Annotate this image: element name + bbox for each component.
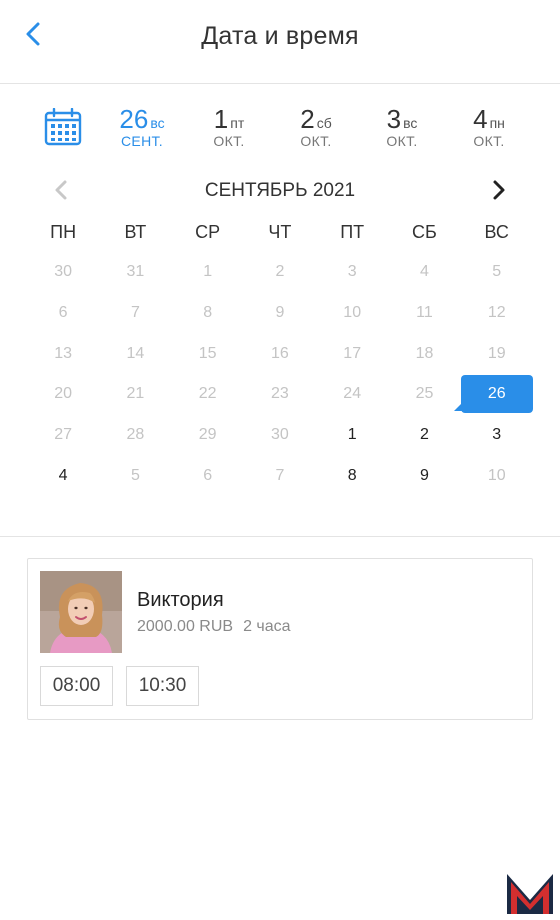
weekday-label: ВС xyxy=(484,221,509,242)
calendar-day: 27 xyxy=(54,426,73,444)
date-chip-day: 4 xyxy=(473,104,488,134)
calendar-day: 31 xyxy=(126,263,145,281)
service-meta: 2000.00 RUB 2 часа xyxy=(137,618,291,636)
calendar-day: 20 xyxy=(54,385,73,403)
specialist-card: Виктория 2000.00 RUB 2 часа 08:00 10:30 xyxy=(27,558,533,720)
calendar-icon[interactable] xyxy=(44,108,82,146)
calendar-day: 30 xyxy=(271,426,289,444)
date-chip-day: 1 xyxy=(213,104,229,134)
date-chip-weekday: пн xyxy=(489,115,505,131)
calendar-day[interactable]: 1 xyxy=(316,416,388,454)
time-slot-button[interactable]: 08:00 xyxy=(40,666,113,706)
calendar-day: 18 xyxy=(415,344,434,362)
calendar-day: 10 xyxy=(487,466,506,484)
calendar-day[interactable]: 8 xyxy=(316,457,388,495)
date-chip-day: 26 xyxy=(119,104,149,134)
date-chip-5[interactable]: 4 пн ОКТ. xyxy=(447,104,531,149)
date-chip-month: ОКТ. xyxy=(473,133,505,149)
weekday-label: ПТ xyxy=(340,221,365,242)
calendar-day: 6 xyxy=(203,466,213,484)
calendar-day: 29 xyxy=(198,426,217,444)
date-chip-3[interactable]: 2 сб ОКТ. xyxy=(274,104,358,149)
service-duration: 2 часа xyxy=(243,618,291,635)
calendar-day: 4 xyxy=(420,263,429,281)
next-month-chevron-icon[interactable] xyxy=(486,178,510,202)
calendar-day: 10 xyxy=(343,304,362,322)
calendar-day[interactable]: 3 xyxy=(461,416,533,454)
calendar-week-row: 6 7 8 9 10 11 12 xyxy=(27,293,533,334)
date-chip-day: 2 xyxy=(300,104,315,134)
weekday-label: ЧТ xyxy=(268,221,292,242)
calendar-day: 11 xyxy=(416,304,433,322)
calendar-week-row: 13 14 15 16 17 18 19 xyxy=(27,333,533,374)
brand-logo-icon xyxy=(507,874,553,914)
calendar-day[interactable]: 4 xyxy=(27,457,99,495)
calendar-day: 30 xyxy=(54,263,73,281)
date-chip-4[interactable]: 3 вс ОКТ. xyxy=(360,104,444,149)
page-title: Дата и время xyxy=(201,22,359,50)
weekday-label: СР xyxy=(195,221,221,242)
calendar-day-selected[interactable]: 26 xyxy=(460,375,533,414)
calendar-day: 6 xyxy=(58,304,68,322)
weekday-label: СБ xyxy=(412,221,437,242)
weekday-label: ВТ xyxy=(124,221,147,242)
calendar-day: 19 xyxy=(487,344,506,362)
calendar-day: 5 xyxy=(492,263,502,281)
avatar xyxy=(40,571,122,653)
calendar-day[interactable]: 9 xyxy=(388,457,460,495)
calendar-day: 21 xyxy=(126,385,145,403)
month-nav: СЕНТЯБРЬ 2021 xyxy=(0,174,560,208)
calendar-day: 9 xyxy=(275,304,285,322)
calendar-day: 8 xyxy=(203,304,213,322)
date-chip-month: ОКТ. xyxy=(213,133,245,149)
date-chip-1[interactable]: 26 вс СЕНТ. xyxy=(100,104,184,149)
date-strip: 26 вс СЕНТ. 1 пт ОКТ. 2 сб ОКТ. 3 вс ОКТ. 4п… xyxy=(0,96,560,162)
calendar-day: 12 xyxy=(487,304,506,322)
calendar-day: 3 xyxy=(347,263,357,281)
date-chip-weekday: вс xyxy=(403,115,418,131)
calendar-week-row: 4 5 6 7 8 9 10 xyxy=(27,455,533,496)
date-chip-weekday: пт xyxy=(230,115,245,131)
calendar-day: 16 xyxy=(271,344,289,362)
calendar-day: 1 xyxy=(203,263,213,281)
calendar-day: 7 xyxy=(130,304,140,322)
calendar-day: 17 xyxy=(343,344,362,362)
calendar-day: 24 xyxy=(343,385,362,403)
date-chip-weekday: сб xyxy=(316,115,332,131)
section-divider xyxy=(0,536,560,537)
date-chip-month: ОКТ. xyxy=(386,133,418,149)
calendar-week-row: 30 31 1 2 3 4 5 xyxy=(27,252,533,293)
calendar-week-row: 20 21 22 23 24 25 26 xyxy=(27,374,533,415)
date-chip-month: СЕНТ. xyxy=(121,133,163,149)
calendar-week-row: 27 28 29 30 1 2 3 xyxy=(27,415,533,456)
calendar-day: 22 xyxy=(198,385,217,403)
date-chip-month: ОКТ. xyxy=(300,133,332,149)
calendar-day: 7 xyxy=(275,466,285,484)
calendar-day[interactable]: 2 xyxy=(388,416,460,454)
specialist-name: Виктория xyxy=(137,589,224,611)
header: Дата и время xyxy=(0,0,560,84)
calendar-day: 13 xyxy=(54,344,73,362)
time-slot-button[interactable]: 10:30 xyxy=(126,666,199,706)
calendar-grid: ПН ВТ СР ЧТ ПТ СБ ВС 30 31 1 2 3 4 5 6 7 8 9 10 11 12… xyxy=(27,212,533,496)
calendar-day: 15 xyxy=(198,344,217,362)
calendar-day: 28 xyxy=(126,426,145,444)
calendar-day: 14 xyxy=(126,344,145,362)
month-title: СЕНТЯБРЬ 2021 xyxy=(204,180,356,201)
weekday-label: ПН xyxy=(50,221,77,242)
calendar-day: 2 xyxy=(275,263,285,281)
date-chip-day: 3 xyxy=(386,104,402,134)
calendar-day: 25 xyxy=(388,375,463,413)
calendar-weeks: 30 31 1 2 3 4 5 6 7 8 9 10 11 12 13 14 15 16 17 18 19 20 21 22 2… xyxy=(27,252,533,496)
weekday-header-row: ПН ВТ СР ЧТ ПТ СБ ВС xyxy=(27,212,533,252)
service-price: 2000.00 RUB xyxy=(137,618,234,635)
calendar-day: 23 xyxy=(271,385,289,403)
calendar-day: 5 xyxy=(130,466,140,484)
date-chip-2[interactable]: 1 пт ОКТ. xyxy=(187,104,271,149)
date-chip-weekday: вс xyxy=(150,115,165,131)
